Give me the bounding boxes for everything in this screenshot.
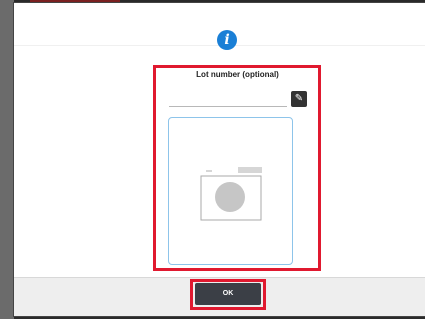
lot-number-highlight [153, 65, 321, 271]
background-left-panel [0, 0, 14, 319]
info-icon: i [217, 30, 237, 50]
ok-button[interactable]: OK [195, 283, 261, 305]
